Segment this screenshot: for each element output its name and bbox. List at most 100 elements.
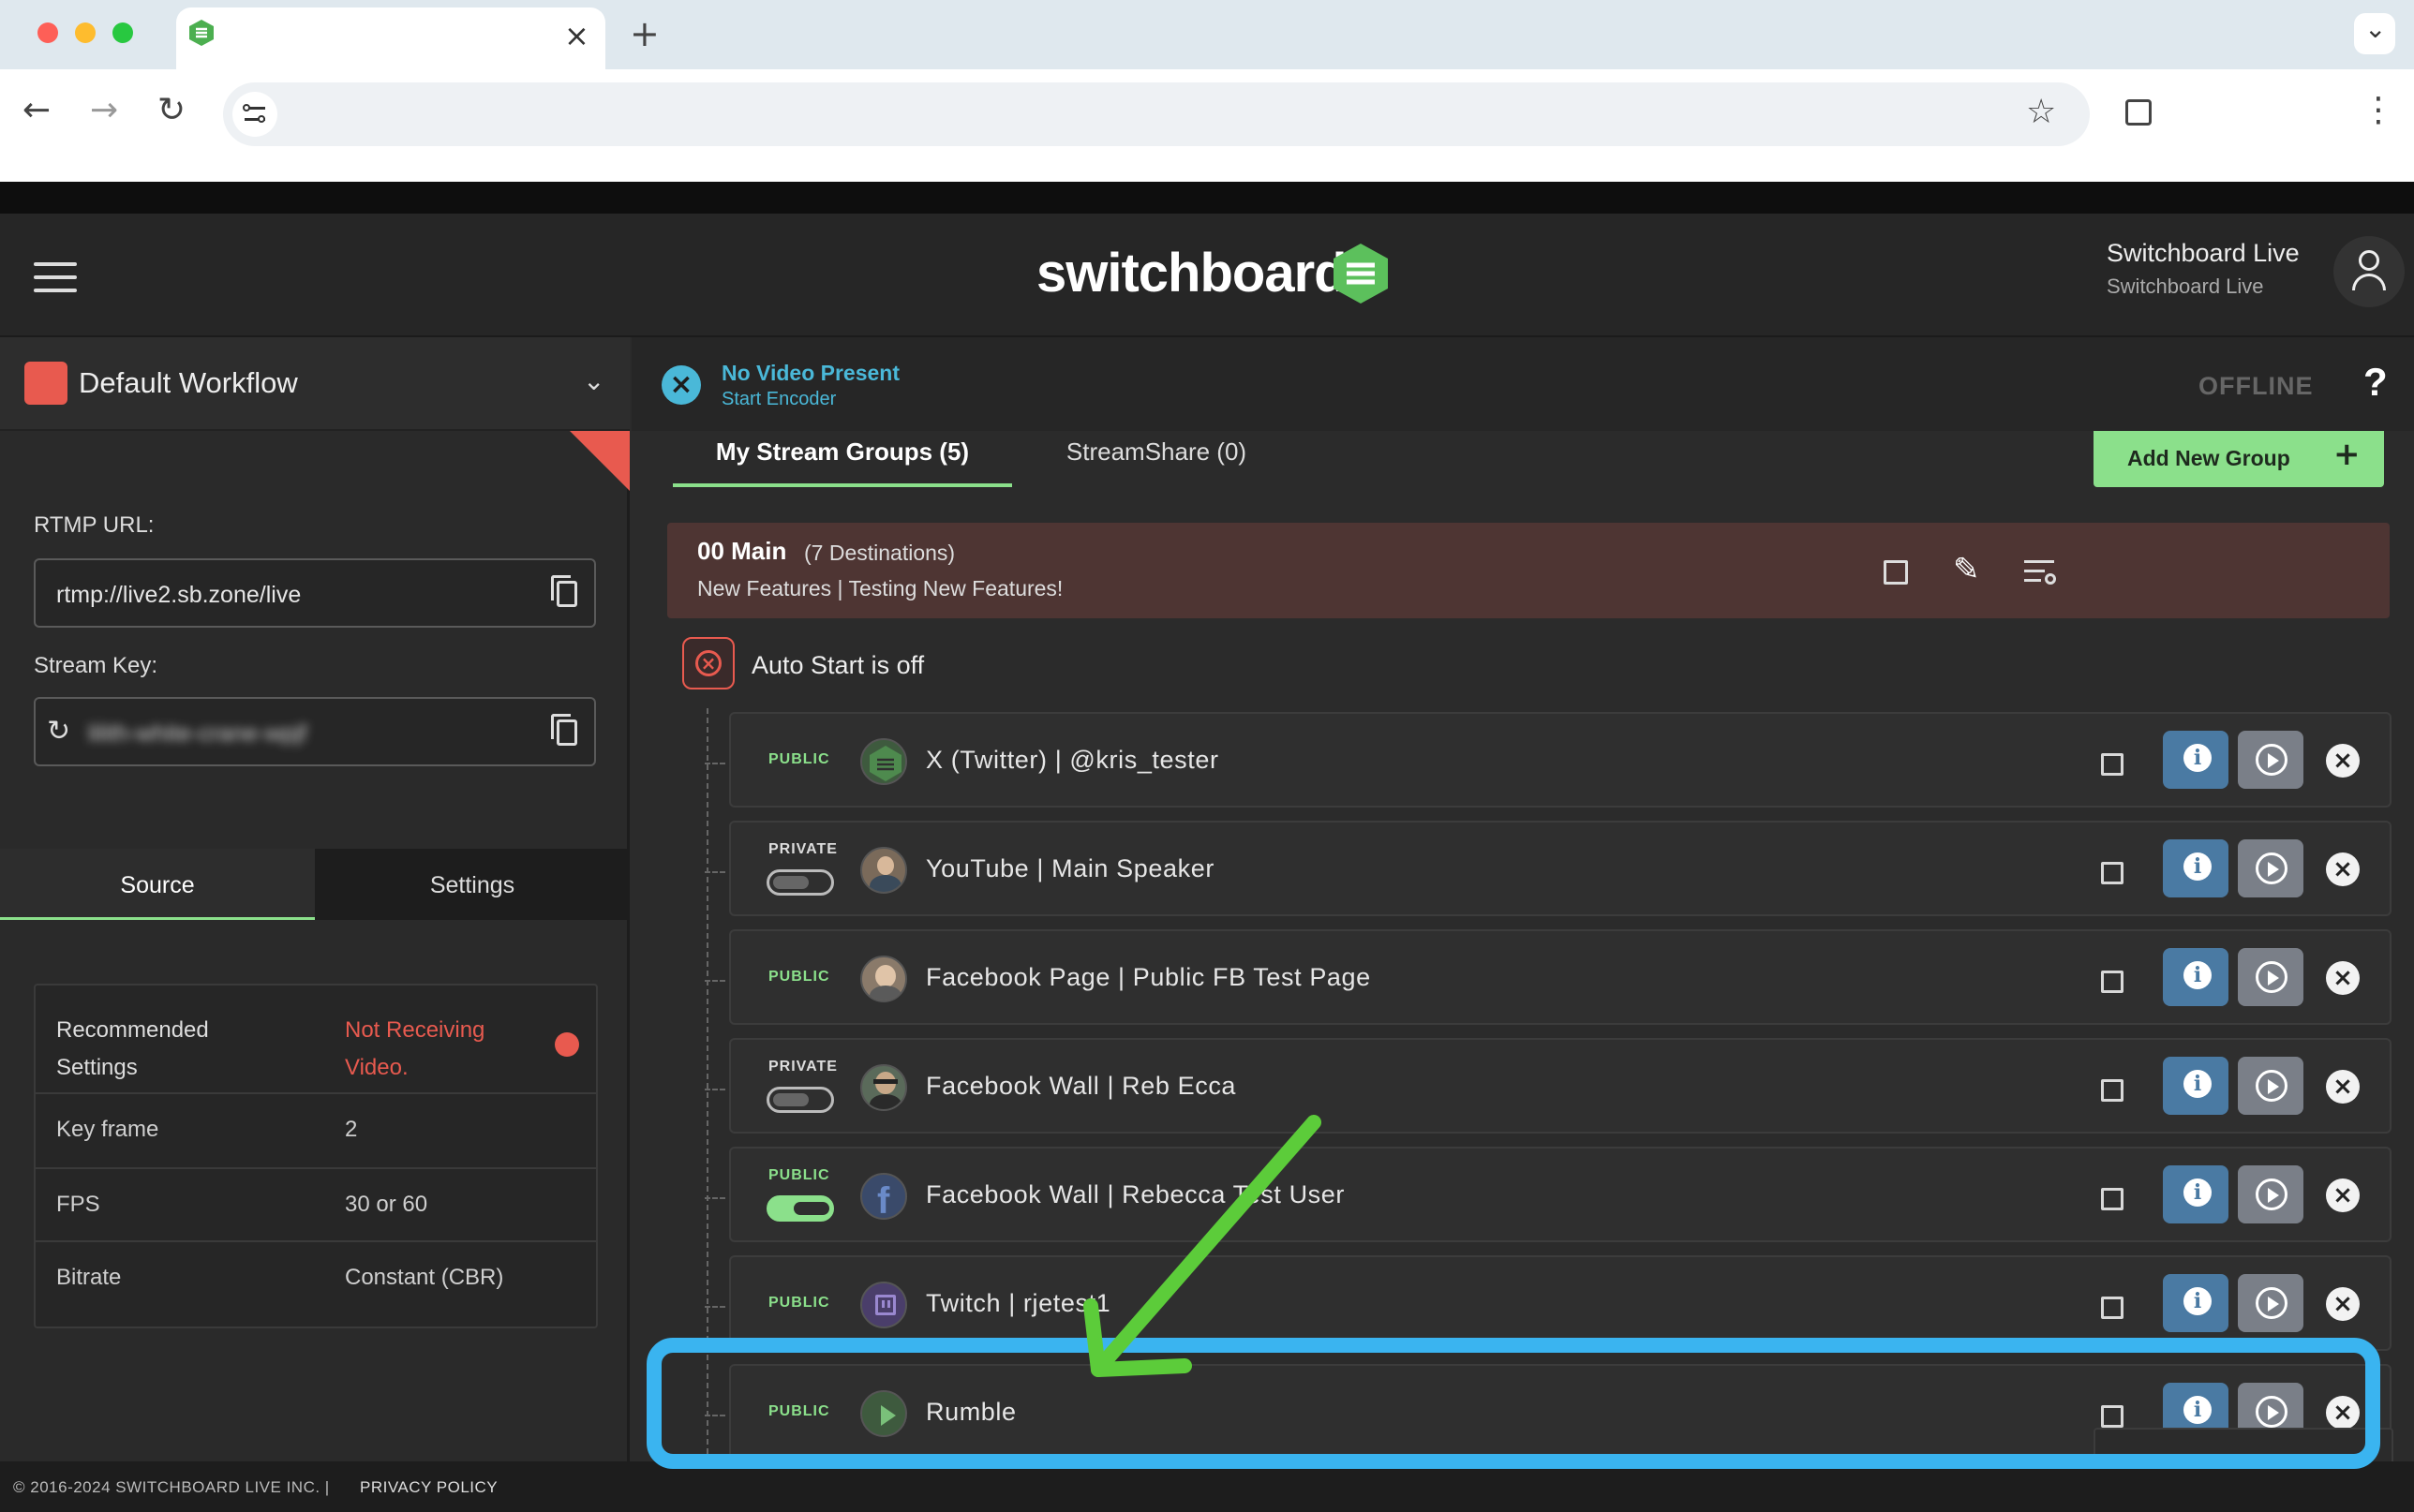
info-button[interactable]	[2163, 1165, 2228, 1223]
brand-wordmark: switchboard	[1036, 243, 1348, 304]
privacy-badge: PUBLIC	[768, 1295, 830, 1311]
address-bar[interactable]	[223, 82, 2090, 146]
destination-row[interactable]: PRIVATE YouTube | Main Speaker ×	[729, 821, 2392, 916]
tab-source[interactable]: Source	[0, 849, 315, 920]
settings-row: Recommended Settings Not Receiving Video…	[36, 986, 596, 1094]
settings-row-value: Not Receiving Video.	[345, 1017, 485, 1080]
tab-search-button[interactable]: ⌄	[2354, 13, 2395, 54]
privacy-toggle[interactable]	[767, 1087, 834, 1113]
info-button[interactable]	[2163, 1274, 2228, 1332]
workflow-selector[interactable]: Default Workflow ⌄	[0, 337, 630, 431]
destination-checkbox[interactable]	[2101, 1079, 2123, 1102]
remove-destination-icon[interactable]: ×	[2326, 961, 2360, 995]
status-bar: × No Video Present Start Encoder OFFLINE…	[632, 337, 2414, 431]
destination-name: Facebook Wall | Reb Ecca	[926, 1072, 1237, 1100]
copy-icon[interactable]	[551, 714, 577, 746]
settings-row-label: Key frame	[56, 1117, 159, 1142]
tab-source-label: Source	[120, 872, 195, 898]
group-name: 00 Main	[697, 537, 787, 565]
settings-row-value: 2	[345, 1117, 358, 1142]
destination-checkbox[interactable]	[2101, 862, 2123, 884]
close-circle-icon: ×	[695, 650, 722, 676]
destination-row[interactable]: PRIVATE Facebook Wall | Reb Ecca ×	[729, 1038, 2392, 1134]
destination-row[interactable]: PUBLIC Facebook Page | Public FB Test Pa…	[729, 929, 2392, 1025]
browser-menu-icon[interactable]: ⋮	[2362, 94, 2395, 127]
tab-label: My Stream Groups (5)	[715, 437, 970, 466]
destination-checkbox[interactable]	[2101, 753, 2123, 776]
tab-settings-label: Settings	[429, 872, 515, 898]
site-settings-icon[interactable]	[232, 92, 277, 137]
group-select-checkbox[interactable]	[1884, 560, 1908, 585]
remove-destination-icon[interactable]: ×	[2326, 1178, 2360, 1212]
group-header: 00 Main (7 Destinations) New Features | …	[667, 523, 2390, 618]
back-icon[interactable]: ←	[22, 94, 51, 127]
extensions-icon[interactable]	[2125, 99, 2152, 126]
chevron-down-icon: ⌄	[2364, 13, 2387, 44]
corner-flag	[570, 431, 630, 491]
privacy-badge: PUBLIC	[768, 969, 830, 985]
browser-tab[interactable]: ×	[176, 7, 605, 69]
remove-destination-icon[interactable]: ×	[2326, 1287, 2360, 1321]
settings-row-label: Bitrate	[56, 1265, 122, 1290]
info-button[interactable]	[2163, 948, 2228, 1006]
tab-label: StreamShare (0)	[1065, 437, 1247, 466]
settings-row: Key frame 2	[36, 1094, 596, 1169]
sidebar: Default Workflow ⌄ RTMP URL: rtmp://live…	[0, 337, 630, 1482]
help-icon[interactable]: ?	[2363, 360, 2388, 405]
destination-checkbox[interactable]	[2101, 971, 2123, 993]
play-button[interactable]	[2238, 731, 2303, 789]
privacy-badge: PRIVATE	[768, 841, 838, 857]
account-button[interactable]	[2333, 236, 2405, 307]
workflow-color-swatch	[24, 362, 67, 405]
maximize-window-button[interactable]	[112, 22, 133, 43]
hamburger-menu-icon[interactable]	[34, 262, 77, 292]
info-button[interactable]	[2163, 1057, 2228, 1115]
refresh-key-icon[interactable]: ↻	[47, 714, 70, 749]
play-button[interactable]	[2238, 1165, 2303, 1223]
privacy-toggle[interactable]	[767, 869, 834, 896]
info-button[interactable]	[2163, 839, 2228, 897]
status-dot-icon	[555, 1032, 579, 1057]
destination-row[interactable]: PUBLIC Twitch | rjetest1 ×	[729, 1255, 2392, 1351]
rtmp-url-value: rtmp://live2.sb.zone/live	[56, 582, 302, 608]
start-encoder-link[interactable]: Start Encoder	[722, 388, 836, 410]
tab-streamshare[interactable]: StreamShare (0)	[1025, 431, 1288, 487]
play-button[interactable]	[2238, 1057, 2303, 1115]
error-icon: ×	[662, 365, 701, 405]
destination-row[interactable]: PUBLIC X (Twitter) | @kris_tester ×	[729, 712, 2392, 808]
facebook-page-avatar-icon	[860, 956, 907, 1002]
info-button[interactable]	[2163, 731, 2228, 789]
add-new-group-button[interactable]: Add New Group +	[2094, 431, 2384, 487]
privacy-policy-link[interactable]: PRIVACY POLICY	[360, 1478, 498, 1497]
tab-settings[interactable]: Settings	[315, 849, 630, 920]
close-tab-icon[interactable]: ×	[564, 19, 589, 52]
close-window-button[interactable]	[37, 22, 58, 43]
destination-checkbox[interactable]	[2101, 1188, 2123, 1210]
plus-icon: +	[2333, 436, 2361, 473]
user-org: Switchboard Live	[2107, 274, 2264, 298]
group-settings-icon[interactable]	[2024, 558, 2056, 586]
destination-row[interactable]: PUBLIC f Facebook Wall | Rebecca Test Us…	[729, 1147, 2392, 1242]
auto-start-toggle[interactable]: ×	[682, 637, 735, 689]
user-icon	[2359, 250, 2379, 271]
play-button[interactable]	[2238, 948, 2303, 1006]
twitter-avatar-icon	[860, 738, 907, 785]
destination-checkbox[interactable]	[2101, 1297, 2123, 1319]
forward-icon[interactable]: →	[90, 94, 118, 127]
reload-icon[interactable]: ↻	[157, 94, 186, 127]
privacy-toggle[interactable]	[767, 1195, 834, 1222]
tab-my-stream-groups[interactable]: My Stream Groups (5)	[673, 431, 1012, 487]
play-button[interactable]	[2238, 1274, 2303, 1332]
play-button[interactable]	[2238, 839, 2303, 897]
edit-pencil-icon[interactable]: ✎	[1953, 551, 1980, 588]
facebook-avatar-icon: f	[860, 1173, 907, 1220]
new-tab-button[interactable]: +	[630, 15, 660, 52]
remove-destination-icon[interactable]: ×	[2326, 744, 2360, 778]
remove-destination-icon[interactable]: ×	[2326, 852, 2360, 886]
rtmp-url-field[interactable]: rtmp://live2.sb.zone/live	[34, 558, 596, 628]
minimize-window-button[interactable]	[75, 22, 96, 43]
bookmark-star-icon[interactable]: ☆	[2026, 96, 2056, 129]
stream-key-field[interactable]: ↻ lilith-white-crane-wpjf	[34, 697, 596, 766]
remove-destination-icon[interactable]: ×	[2326, 1070, 2360, 1104]
copy-icon[interactable]	[551, 575, 577, 607]
